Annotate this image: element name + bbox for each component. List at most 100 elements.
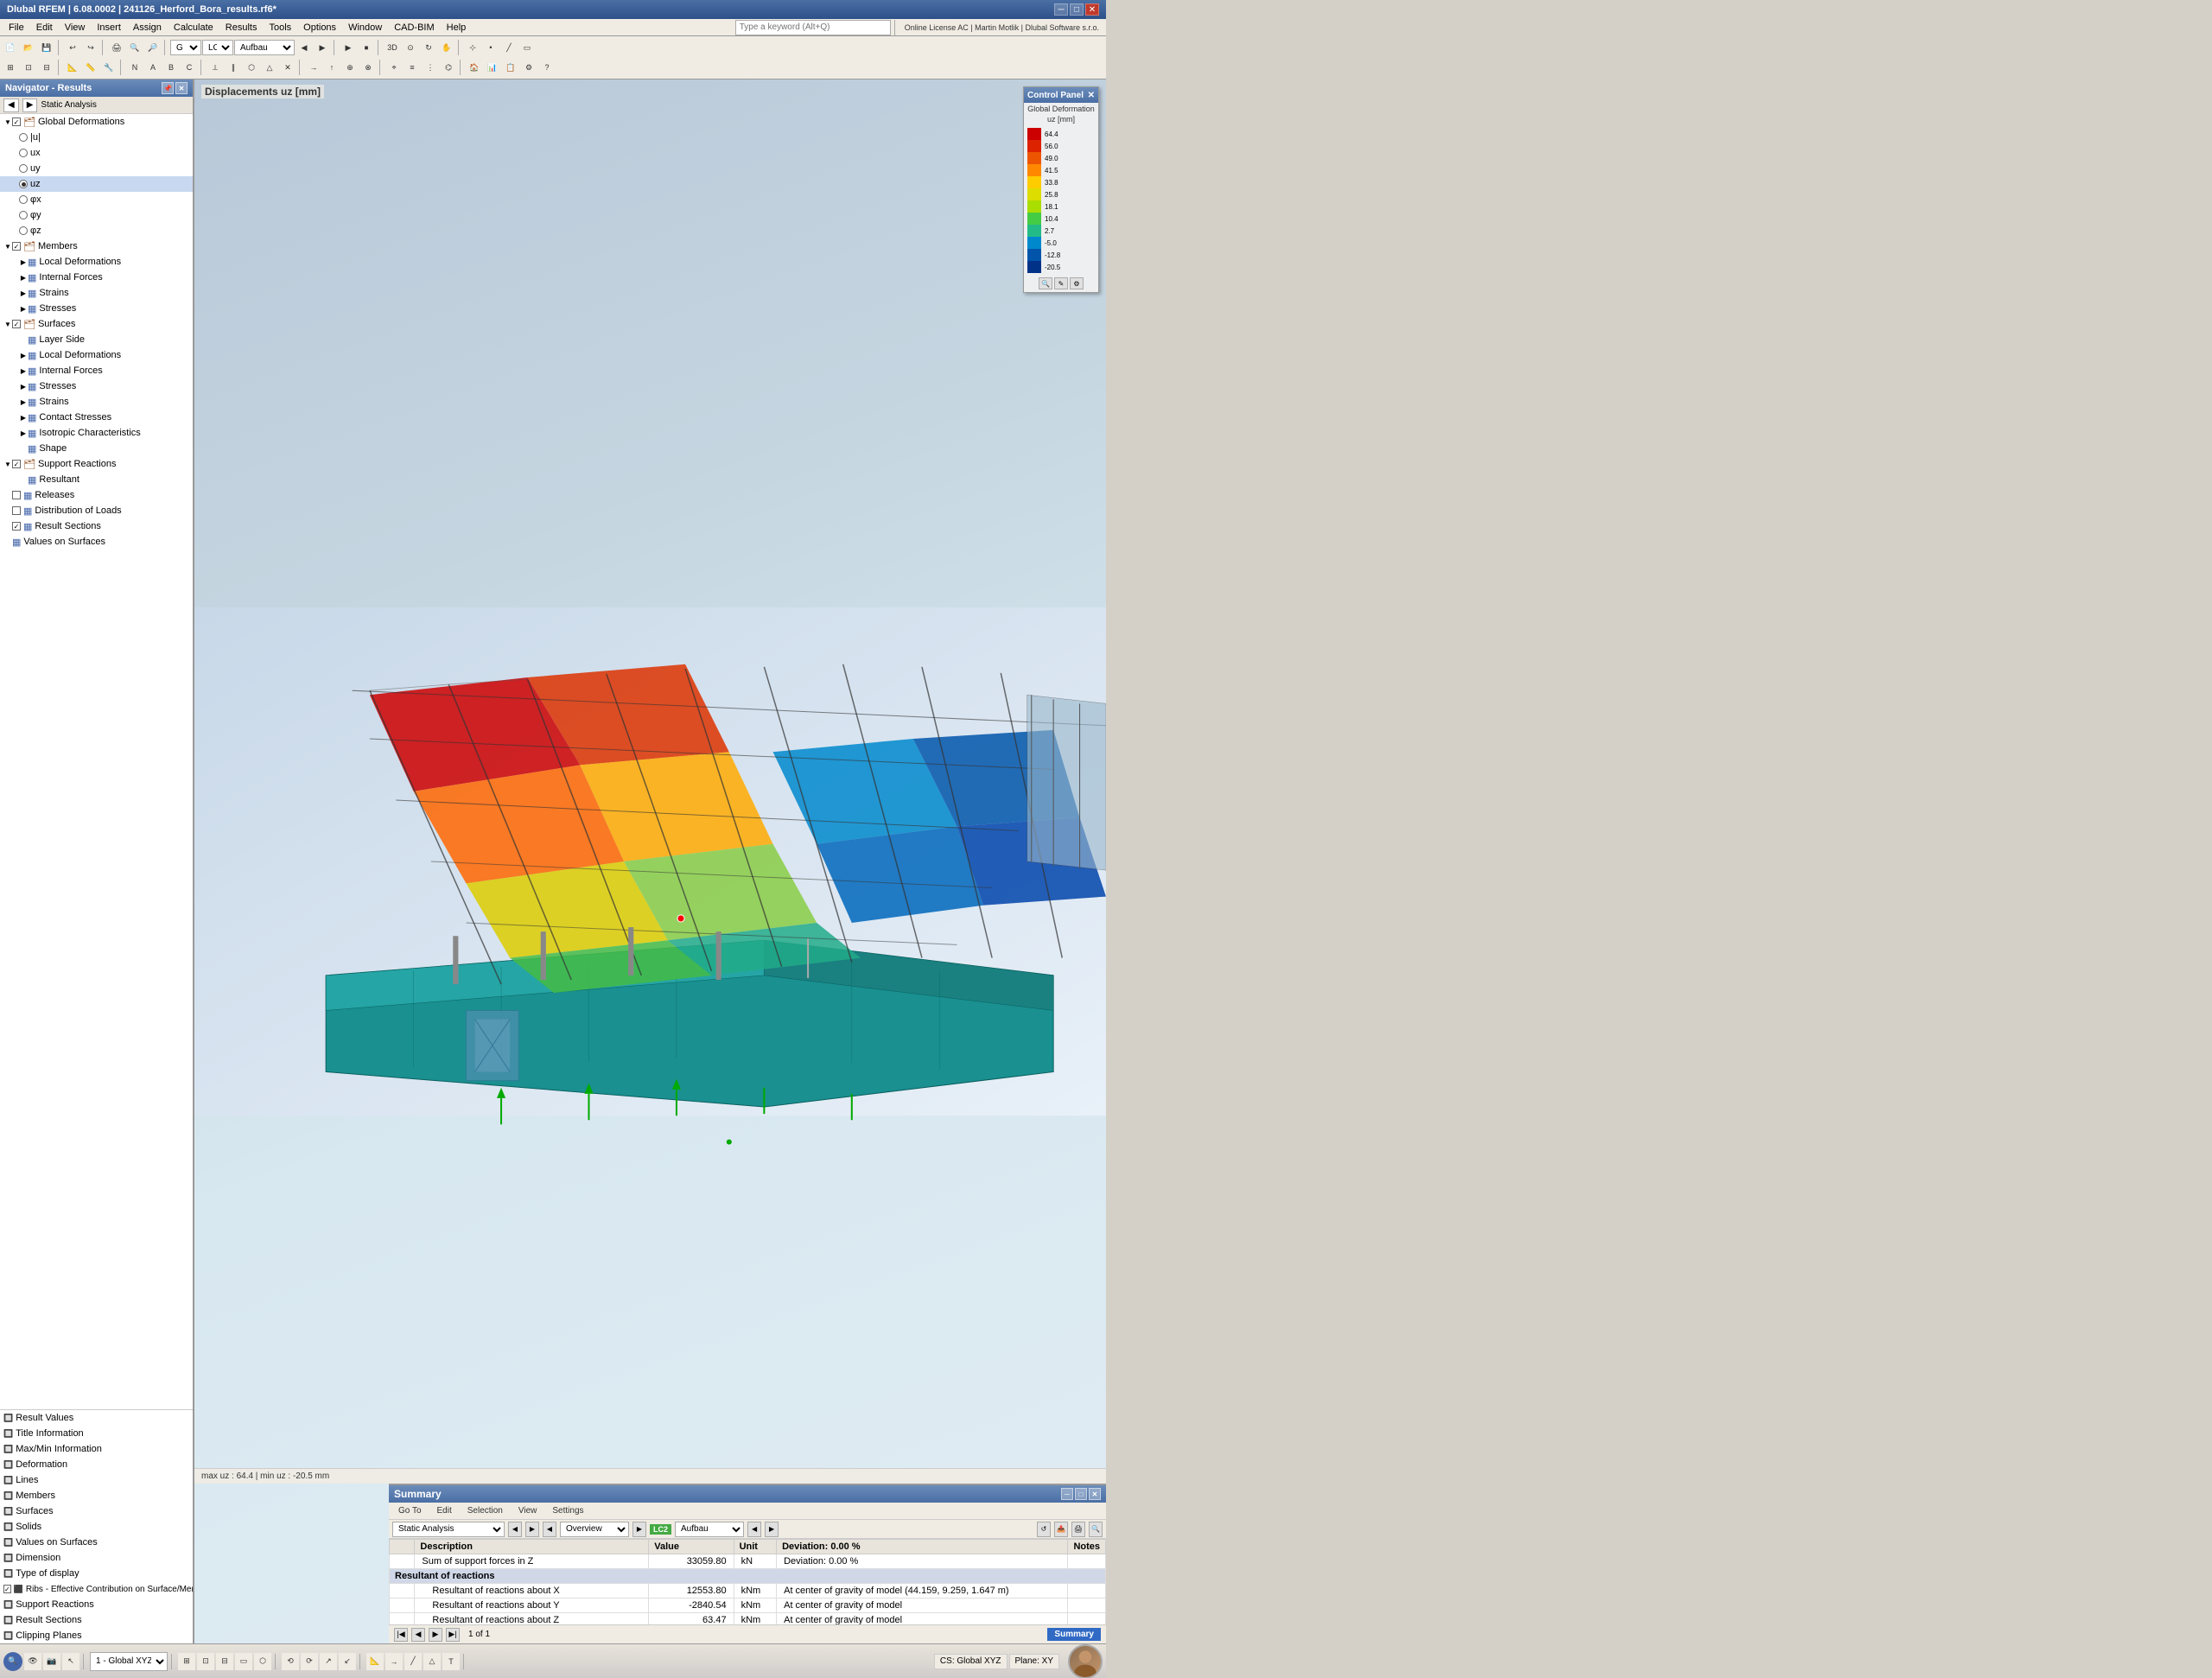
global-def-checkbox[interactable]: ✓ xyxy=(12,118,21,126)
lc2-selector[interactable]: LC2 xyxy=(202,40,233,55)
menu-assign[interactable]: Assign xyxy=(128,21,167,35)
nav-prev-btn[interactable]: ◀ xyxy=(3,99,19,112)
summary-refresh-btn[interactable]: ↺ xyxy=(1037,1522,1051,1537)
camera-btn[interactable]: 📷 xyxy=(43,1653,60,1670)
nav-layer-side[interactable]: ▦ Layer Side xyxy=(0,332,193,347)
view-top-btn[interactable]: ⊙ xyxy=(402,39,419,56)
nav-result-sections-b[interactable]: 🔲 Result Sections xyxy=(0,1612,193,1628)
tb2-20[interactable]: ⌖ xyxy=(385,59,403,76)
cp-settings-btn[interactable]: ⚙ xyxy=(1070,277,1084,289)
ux-radio[interactable] xyxy=(19,149,28,157)
nav-ribs[interactable]: ✓ ⬛ Ribs - Effective Contribution on Sur… xyxy=(0,1581,193,1597)
uz-radio[interactable] xyxy=(19,180,28,188)
nav-internal-forces-s[interactable]: ▶ ▦ Internal Forces xyxy=(0,363,193,378)
nav-px[interactable]: φx xyxy=(0,192,193,207)
nav-surfaces-b[interactable]: 🔲 Surfaces xyxy=(0,1503,193,1519)
view-selector[interactable]: 1 - Global XYZ xyxy=(90,1652,168,1671)
magnifier-btn[interactable]: 🔍 xyxy=(3,1652,22,1671)
nav-shape[interactable]: ▦ Shape xyxy=(0,441,193,456)
stop-btn[interactable]: ⏹ xyxy=(358,39,375,56)
nav-support-reactions[interactable]: ▼ ✓ 🗂 Support Reactions xyxy=(0,456,193,472)
nav-dist-loads[interactable]: ▦ Distribution of Loads xyxy=(0,503,193,518)
summary-overview[interactable]: Overview xyxy=(560,1522,629,1537)
zoom-in-btn[interactable]: 🔍 xyxy=(126,39,143,56)
summary-view-btn[interactable]: View xyxy=(512,1504,543,1517)
px-radio[interactable] xyxy=(19,195,28,204)
releases-checkbox[interactable] xyxy=(12,491,21,499)
node-btn[interactable]: • xyxy=(482,39,499,56)
nav-values-surfaces-bot[interactable]: 🔲 Values on Surfaces xyxy=(0,1535,193,1550)
cp-edit-btn[interactable]: ✎ xyxy=(1054,277,1068,289)
menu-results[interactable]: Results xyxy=(220,21,263,35)
summary-lc-selector[interactable]: Aufbau xyxy=(675,1522,744,1537)
nav-contact-stresses[interactable]: ▶ ▦ Contact Stresses xyxy=(0,410,193,425)
tb2-11[interactable]: ⟂ xyxy=(207,59,224,76)
nav-bottom-9[interactable]: ↙ xyxy=(339,1653,356,1670)
nav-result-sections[interactable]: ✓ ▦ Result Sections xyxy=(0,518,193,534)
nav-members-b[interactable]: 🔲 Members xyxy=(0,1488,193,1503)
nav-local-def-s[interactable]: ▶ ▦ Local Deformations xyxy=(0,347,193,363)
menu-edit[interactable]: Edit xyxy=(31,21,58,35)
nav-support-reactions-b[interactable]: 🔲 Support Reactions xyxy=(0,1597,193,1612)
summary-analysis-type[interactable]: Static Analysis xyxy=(392,1522,505,1537)
nav-u[interactable]: |u| xyxy=(0,130,193,145)
maximize-button[interactable]: □ xyxy=(1070,3,1084,16)
cp-zoom-btn[interactable]: 🔍 xyxy=(1039,277,1052,289)
menu-cadbim[interactable]: CAD-BIM xyxy=(389,21,439,35)
next-lc-btn[interactable]: ▶ xyxy=(314,39,331,56)
redo-btn[interactable]: ↪ xyxy=(82,39,99,56)
tb2-19[interactable]: ⊗ xyxy=(359,59,377,76)
tb-text[interactable]: T xyxy=(442,1653,460,1670)
nav-stresses-m[interactable]: ▶ ▦ Stresses xyxy=(0,301,193,316)
save-btn[interactable]: 💾 xyxy=(38,39,55,56)
nav-strains-s[interactable]: ▶ ▦ Strains xyxy=(0,394,193,410)
surface-btn[interactable]: ▭ xyxy=(518,39,536,56)
ribs-checkbox[interactable]: ✓ xyxy=(3,1585,11,1593)
tb2-4[interactable]: 📐 xyxy=(64,59,81,76)
tb2-8[interactable]: A xyxy=(144,59,162,76)
nav-strains-m[interactable]: ▶ ▦ Strains xyxy=(0,285,193,301)
nav-values-surfaces[interactable]: ▦ Values on Surfaces xyxy=(0,534,193,550)
members-checkbox[interactable]: ✓ xyxy=(12,242,21,251)
summary-print-btn[interactable]: 🖨 xyxy=(1071,1522,1085,1537)
nav-type-display[interactable]: 🔲 Type of display xyxy=(0,1566,193,1581)
nav-bottom-8[interactable]: ↗ xyxy=(320,1653,337,1670)
nav-surfaces[interactable]: ▼ ✓ 🗂 Surfaces xyxy=(0,316,193,332)
tb2-23[interactable]: ⌬ xyxy=(440,59,457,76)
tb2-15[interactable]: ✕ xyxy=(279,59,296,76)
tb2-6[interactable]: 🔧 xyxy=(100,59,118,76)
nav-deformation-b[interactable]: 🔲 Deformation xyxy=(0,1457,193,1472)
eye-btn[interactable]: 👁 xyxy=(24,1653,41,1670)
tb2-26[interactable]: 📋 xyxy=(502,59,519,76)
nav-dimension-b[interactable]: 🔲 Dimension xyxy=(0,1550,193,1566)
rotate-btn[interactable]: ↻ xyxy=(420,39,437,56)
nav-resultant[interactable]: ▦ Resultant xyxy=(0,472,193,487)
summary-next-btn[interactable]: ▶ xyxy=(525,1522,539,1537)
pointer-btn[interactable]: ↖ xyxy=(62,1653,79,1670)
summary-close-btn[interactable]: ✕ xyxy=(1089,1488,1101,1500)
print-btn[interactable]: 🖨 xyxy=(108,39,125,56)
member-btn[interactable]: ╱ xyxy=(500,39,518,56)
nav-py[interactable]: φy xyxy=(0,207,193,223)
tb2-10[interactable]: C xyxy=(181,59,198,76)
tb-arrow[interactable]: → xyxy=(385,1653,403,1670)
tb2-14[interactable]: △ xyxy=(261,59,278,76)
summary-edit-btn[interactable]: Edit xyxy=(431,1504,458,1517)
nav-releases[interactable]: ▦ Releases xyxy=(0,487,193,503)
summary-settings-btn[interactable]: Settings xyxy=(546,1504,589,1517)
nav-title-info[interactable]: 🔲 Title Information xyxy=(0,1426,193,1441)
nav-ux[interactable]: ux xyxy=(0,145,193,161)
nav-close-btn[interactable]: ✕ xyxy=(175,82,188,94)
tb2-21[interactable]: ≡ xyxy=(404,59,421,76)
undo-btn[interactable]: ↩ xyxy=(64,39,81,56)
nav-local-def[interactable]: ▶ ▦ Local Deformations xyxy=(0,254,193,270)
nav-pin-btn[interactable]: 📌 xyxy=(162,82,174,94)
zoom-out-btn[interactable]: 🔎 xyxy=(144,39,162,56)
dist-loads-checkbox[interactable] xyxy=(12,506,21,515)
tb2-18[interactable]: ⊕ xyxy=(341,59,359,76)
support-reactions-checkbox[interactable]: ✓ xyxy=(12,460,21,468)
close-button[interactable]: ✕ xyxy=(1085,3,1099,16)
nav-global-def[interactable]: ▼ ✓ 🗂 Global Deformations xyxy=(0,114,193,130)
color-panel-close-btn[interactable]: ✕ xyxy=(1088,91,1095,100)
nav-clipping-planes[interactable]: 🔲 Clipping Planes xyxy=(0,1628,193,1643)
